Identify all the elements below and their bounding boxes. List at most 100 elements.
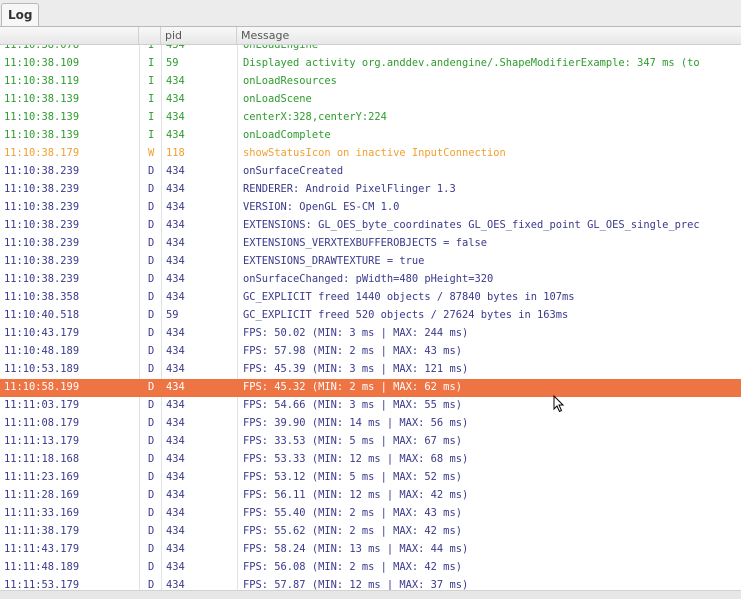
log-time-cell: 11:10:38.239 <box>4 273 80 285</box>
log-level-cell: D <box>139 163 161 181</box>
log-level-cell: D <box>139 577 161 590</box>
log-row[interactable]: 11:10:40.518 D 59 GC_EXPLICIT freed 520 obj… <box>0 307 741 325</box>
log-row[interactable]: 11:11:43.179 D 434 FPS: 58.24 (MIN: 13 ms |… <box>0 541 741 559</box>
log-message-cell: onLoadComplete <box>237 127 741 145</box>
log-row[interactable]: 11:10:38.109 I 59 Displayed activity org.an… <box>0 55 741 73</box>
log-pid-cell: 434 <box>161 559 237 577</box>
log-pid-cell: 434 <box>161 505 237 523</box>
column-header-level[interactable] <box>139 27 161 44</box>
log-message-cell: FPS: 53.33 (MIN: 12 ms | MAX: 68 ms) <box>237 451 741 469</box>
log-message-cell: VERSION: OpenGL ES-CM 1.0 <box>237 199 741 217</box>
log-time-cell: 11:11:13.179 <box>4 435 80 447</box>
log-message-cell: onSurfaceChanged: pWidth=480 pHeight=320 <box>237 271 741 289</box>
log-pid-cell: 434 <box>161 73 237 91</box>
log-time-cell: 11:10:38.078 <box>4 45 80 51</box>
log-row[interactable]: 11:10:38.139 I 434 onLoadScene <box>0 91 741 109</box>
log-message-cell: FPS: 55.62 (MIN: 2 ms | MAX: 42 ms) <box>237 523 741 541</box>
log-pid-cell: 434 <box>161 433 237 451</box>
log-message-cell: FPS: 54.66 (MIN: 3 ms | MAX: 55 ms) <box>237 397 741 415</box>
log-time-cell: 11:10:38.239 <box>4 219 80 231</box>
log-row[interactable]: 11:10:38.239 D 434 VERSION: OpenGL ES-CM 1.… <box>0 199 741 217</box>
log-row[interactable]: 11:11:18.168 D 434 FPS: 53.33 (MIN: 12 ms |… <box>0 451 741 469</box>
log-time-cell: 11:11:53.179 <box>4 579 80 590</box>
log-row[interactable]: 11:10:58.199 D 434 FPS: 45.32 (MIN: 2 ms | … <box>0 379 741 397</box>
log-pid-cell: 434 <box>161 379 237 397</box>
log-row[interactable]: 11:11:03.179 D 434 FPS: 54.66 (MIN: 3 ms | … <box>0 397 741 415</box>
log-level-cell: D <box>139 217 161 235</box>
log-pid-cell: 434 <box>161 523 237 541</box>
log-row[interactable]: 11:10:43.179 D 434 FPS: 50.02 (MIN: 3 ms | … <box>0 325 741 343</box>
log-row[interactable]: 11:11:08.179 D 434 FPS: 39.90 (MIN: 14 ms |… <box>0 415 741 433</box>
log-message-cell: onSurfaceCreated <box>237 163 741 181</box>
log-time-cell: 11:10:38.139 <box>4 111 80 123</box>
tab-log[interactable]: Log <box>1 3 40 26</box>
log-pid-cell: 434 <box>161 469 237 487</box>
log-level-cell: D <box>139 505 161 523</box>
log-row[interactable]: 11:10:53.189 D 434 FPS: 45.39 (MIN: 3 ms | … <box>0 361 741 379</box>
log-message-cell: onLoadScene <box>237 91 741 109</box>
log-table-body[interactable]: 11:10:38.078 I 434 onLoadEngine 11:10:38.109… <box>0 45 741 590</box>
log-pid-cell: 434 <box>161 397 237 415</box>
log-time-cell: 11:11:28.169 <box>4 489 80 501</box>
log-row[interactable]: 11:10:48.189 D 434 FPS: 57.98 (MIN: 2 ms | … <box>0 343 741 361</box>
log-level-cell: D <box>139 361 161 379</box>
log-pid-cell: 434 <box>161 91 237 109</box>
log-message-cell: EXTENSIONS: GL_OES_byte_coordinates GL_O… <box>237 217 741 235</box>
log-row[interactable]: 11:11:28.169 D 434 FPS: 56.11 (MIN: 12 ms |… <box>0 487 741 505</box>
log-table-header: pid Message <box>0 27 741 45</box>
log-message-cell: FPS: 45.39 (MIN: 3 ms | MAX: 121 ms) <box>237 361 741 379</box>
log-message-cell: onLoadEngine <box>237 45 741 55</box>
log-row[interactable]: 11:10:38.239 D 434 onSurfaceCreated <box>0 163 741 181</box>
log-pid-cell: 434 <box>161 109 237 127</box>
log-pid-cell: 434 <box>161 487 237 505</box>
log-row[interactable]: 11:10:38.119 I 434 onLoadResources <box>0 73 741 91</box>
log-message-cell: FPS: 57.87 (MIN: 12 ms | MAX: 37 ms) <box>237 577 741 590</box>
log-time-cell: 11:11:33.169 <box>4 507 80 519</box>
log-row[interactable]: 11:11:13.179 D 434 FPS: 33.53 (MIN: 5 ms | … <box>0 433 741 451</box>
log-time-cell: 11:10:38.239 <box>4 237 80 249</box>
tab-bar: Log <box>0 0 741 26</box>
log-pid-cell: 434 <box>161 541 237 559</box>
log-pid-cell: 434 <box>161 45 237 55</box>
log-level-cell: D <box>139 433 161 451</box>
log-row[interactable]: 11:11:53.179 D 434 FPS: 57.87 (MIN: 12 ms |… <box>0 577 741 590</box>
log-level-cell: D <box>139 487 161 505</box>
log-row[interactable]: 11:11:48.189 D 434 FPS: 56.08 (MIN: 2 ms | … <box>0 559 741 577</box>
log-row[interactable]: 11:10:38.239 D 434 EXTENSIONS: GL_OES_byte_… <box>0 217 741 235</box>
log-row[interactable]: 11:11:38.179 D 434 FPS: 55.62 (MIN: 2 ms | … <box>0 523 741 541</box>
log-row[interactable]: 11:10:38.239 D 434 EXTENSIONS_VERXTEXBUFFER… <box>0 235 741 253</box>
log-level-cell: D <box>139 271 161 289</box>
log-row[interactable]: 11:10:38.179 W 118 showStatusIcon on inacti… <box>0 145 741 163</box>
log-message-cell: FPS: 39.90 (MIN: 14 ms | MAX: 56 ms) <box>237 415 741 433</box>
log-time-cell: 11:11:18.168 <box>4 453 80 465</box>
log-row[interactable]: 11:10:38.139 I 434 centerX:328,centerY:224 <box>0 109 741 127</box>
log-pid-cell: 434 <box>161 163 237 181</box>
log-message-cell: GC_EXPLICIT freed 520 objects / 27624 by… <box>237 307 741 325</box>
log-message-cell: FPS: 58.24 (MIN: 13 ms | MAX: 44 ms) <box>237 541 741 559</box>
log-row[interactable]: 11:10:38.139 I 434 onLoadComplete <box>0 127 741 145</box>
column-header-message[interactable]: Message <box>237 27 741 44</box>
column-header-pid[interactable]: pid <box>161 27 237 44</box>
log-row[interactable]: 11:11:23.169 D 434 FPS: 53.12 (MIN: 5 ms | … <box>0 469 741 487</box>
log-pid-cell: 434 <box>161 325 237 343</box>
log-level-cell: I <box>139 127 161 145</box>
log-level-cell: I <box>139 55 161 73</box>
log-level-cell: D <box>139 307 161 325</box>
log-message-cell: FPS: 33.53 (MIN: 5 ms | MAX: 67 ms) <box>237 433 741 451</box>
column-header-time[interactable] <box>0 27 139 44</box>
log-pid-cell: 434 <box>161 181 237 199</box>
log-row[interactable]: 11:10:38.358 D 434 GC_EXPLICIT freed 1440 o… <box>0 289 741 307</box>
log-time-cell: 11:10:38.139 <box>4 129 80 141</box>
log-pid-cell: 59 <box>161 307 237 325</box>
log-row[interactable]: 11:10:38.239 D 434 EXTENSIONS_DRAWTEXTURE =… <box>0 253 741 271</box>
log-pid-cell: 434 <box>161 127 237 145</box>
log-level-cell: I <box>139 73 161 91</box>
log-pid-cell: 434 <box>161 199 237 217</box>
log-message-cell: showStatusIcon on inactive InputConnecti… <box>237 145 741 163</box>
log-row[interactable]: 11:10:38.239 D 434 RENDERER: Android PixelF… <box>0 181 741 199</box>
log-row[interactable]: 11:10:38.078 I 434 onLoadEngine <box>0 45 741 55</box>
log-row[interactable]: 11:10:38.239 D 434 onSurfaceChanged: pWidth… <box>0 271 741 289</box>
log-time-cell: 11:10:43.179 <box>4 327 80 339</box>
horizontal-scrollbar[interactable] <box>0 590 741 599</box>
log-row[interactable]: 11:11:33.169 D 434 FPS: 55.40 (MIN: 2 ms | … <box>0 505 741 523</box>
